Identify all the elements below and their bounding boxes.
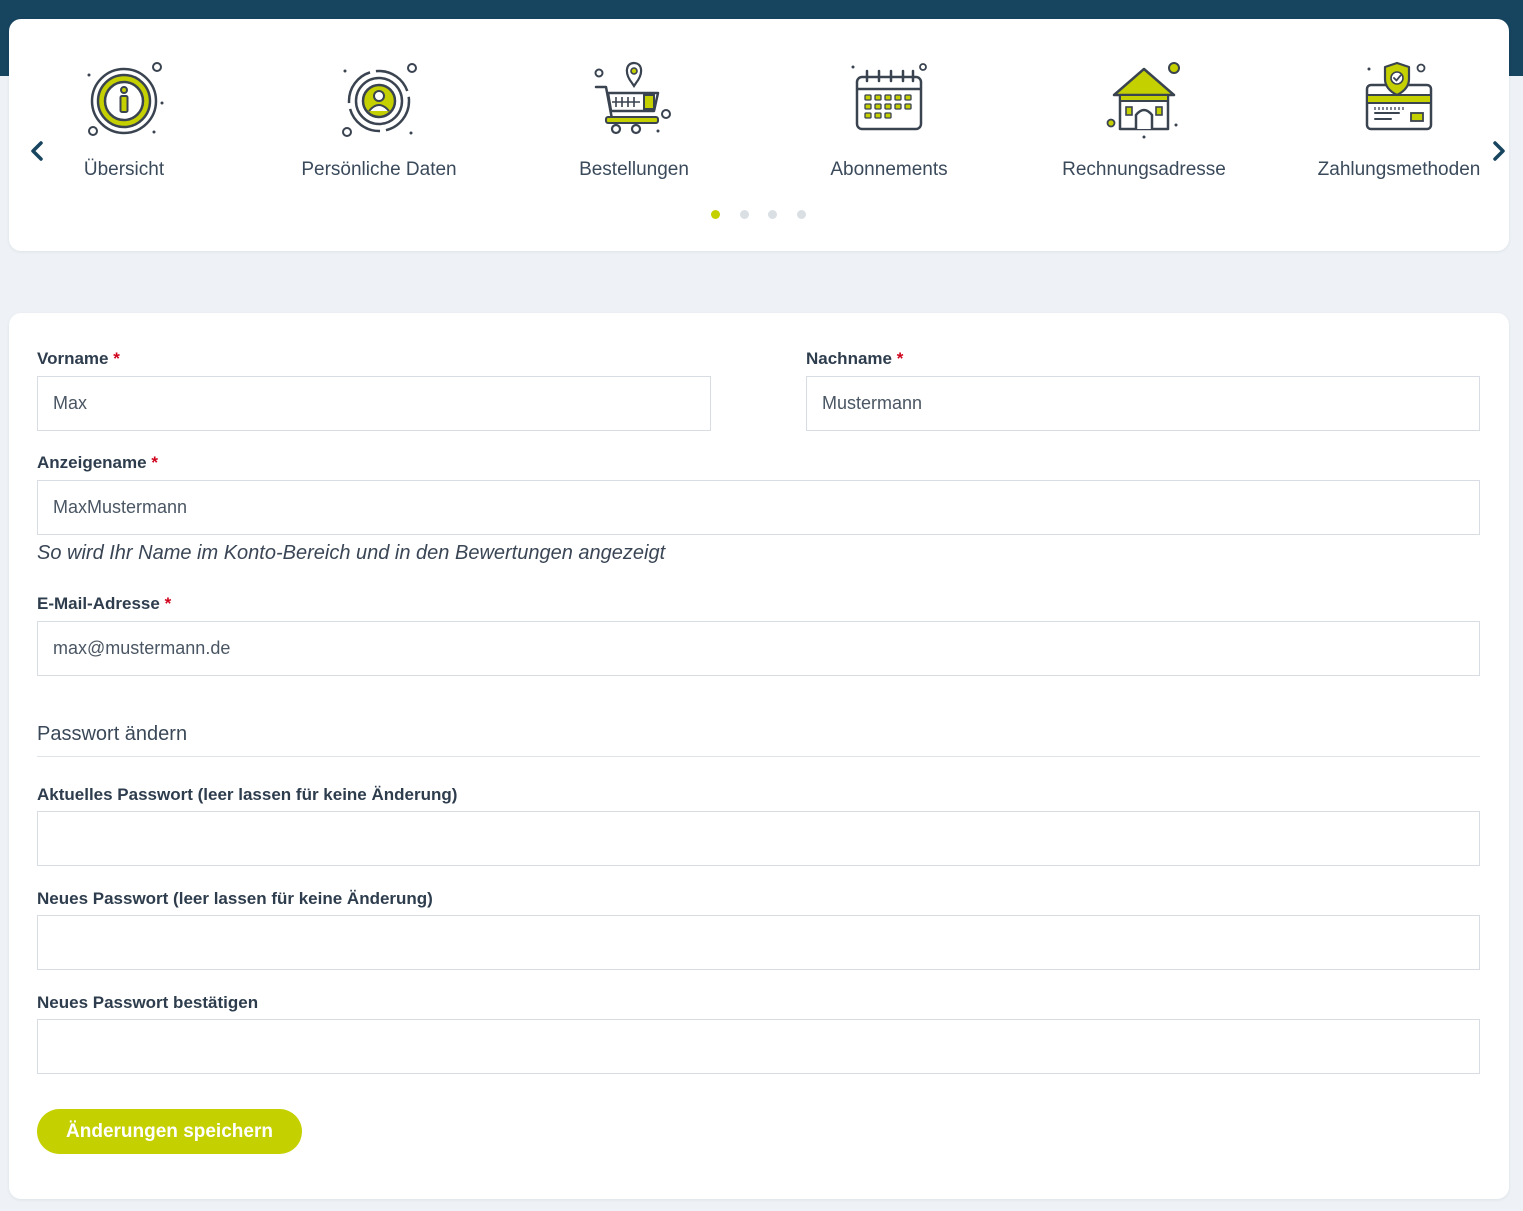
display-name-input[interactable]: [37, 480, 1480, 535]
nav-item-label: Abonnements: [830, 159, 948, 180]
nav-item-label: Bestellungen: [579, 159, 689, 180]
required-marker: *: [113, 349, 120, 368]
email-label: E-Mail-Adresse *: [37, 594, 172, 613]
nav-item-label: Übersicht: [83, 159, 165, 180]
info-icon: [87, 62, 164, 136]
display-name-label: Anzeigename *: [37, 453, 158, 472]
nav-item-label: Rechnungsadresse: [1062, 159, 1226, 180]
required-marker: *: [896, 349, 904, 368]
nav-item-label: Persönliche Daten: [301, 159, 457, 180]
pagination-dot[interactable]: [740, 210, 749, 219]
current-password-label: Aktuelles Passwort (leer lassen für kein…: [37, 785, 458, 804]
nav-item-persoenliche-daten[interactable]: Persönliche Daten: [259, 59, 499, 209]
current-password-input[interactable]: [37, 811, 1480, 866]
email-input[interactable]: [37, 621, 1480, 676]
carousel-pagination: [709, 210, 819, 220]
last-name-input[interactable]: [806, 376, 1480, 431]
confirm-password-label: Neues Passwort bestätigen: [37, 993, 259, 1012]
confirm-password-input[interactable]: [37, 1019, 1480, 1074]
new-password-input[interactable]: [37, 915, 1480, 970]
calendar-icon: [851, 63, 927, 131]
nav-item-uebersicht[interactable]: Übersicht: [4, 59, 244, 209]
required-marker: *: [151, 453, 158, 472]
first-name-input[interactable]: [37, 376, 711, 431]
nav-item-bestellungen[interactable]: Bestellungen: [514, 59, 754, 209]
nav-item-zahlungsmethoden[interactable]: Zahlungsmethoden: [1279, 59, 1519, 209]
new-password-label: Neues Passwort (leer lassen für keine Än…: [37, 889, 433, 908]
credit-card-shield-icon: [1365, 61, 1433, 131]
nav-item-abonnements[interactable]: Abonnements: [769, 59, 1009, 209]
account-nav-carousel: Übersicht Persönliche Daten Bestellungen…: [9, 19, 1509, 251]
required-marker: *: [164, 594, 172, 613]
first-name-label: Vorname *: [37, 349, 120, 368]
password-section-title: Passwort ändern: [37, 723, 188, 745]
house-icon: [1106, 62, 1180, 139]
display-name-hint: So wird Ihr Name im Konto-Bereich und in…: [37, 542, 666, 564]
last-name-label: Nachname *: [806, 349, 904, 368]
section-divider: [37, 756, 1480, 757]
pagination-dot[interactable]: [797, 210, 806, 219]
pagination-dot-active[interactable]: [711, 210, 720, 219]
user-target-icon: [342, 63, 417, 137]
shopping-cart-icon: [594, 61, 671, 135]
nav-item-rechnungsadresse[interactable]: Rechnungsadresse: [1024, 59, 1264, 209]
nav-item-label: Zahlungsmethoden: [1317, 159, 1481, 180]
pagination-dot[interactable]: [768, 210, 777, 219]
save-changes-button[interactable]: Änderungen speichern: [37, 1109, 302, 1154]
